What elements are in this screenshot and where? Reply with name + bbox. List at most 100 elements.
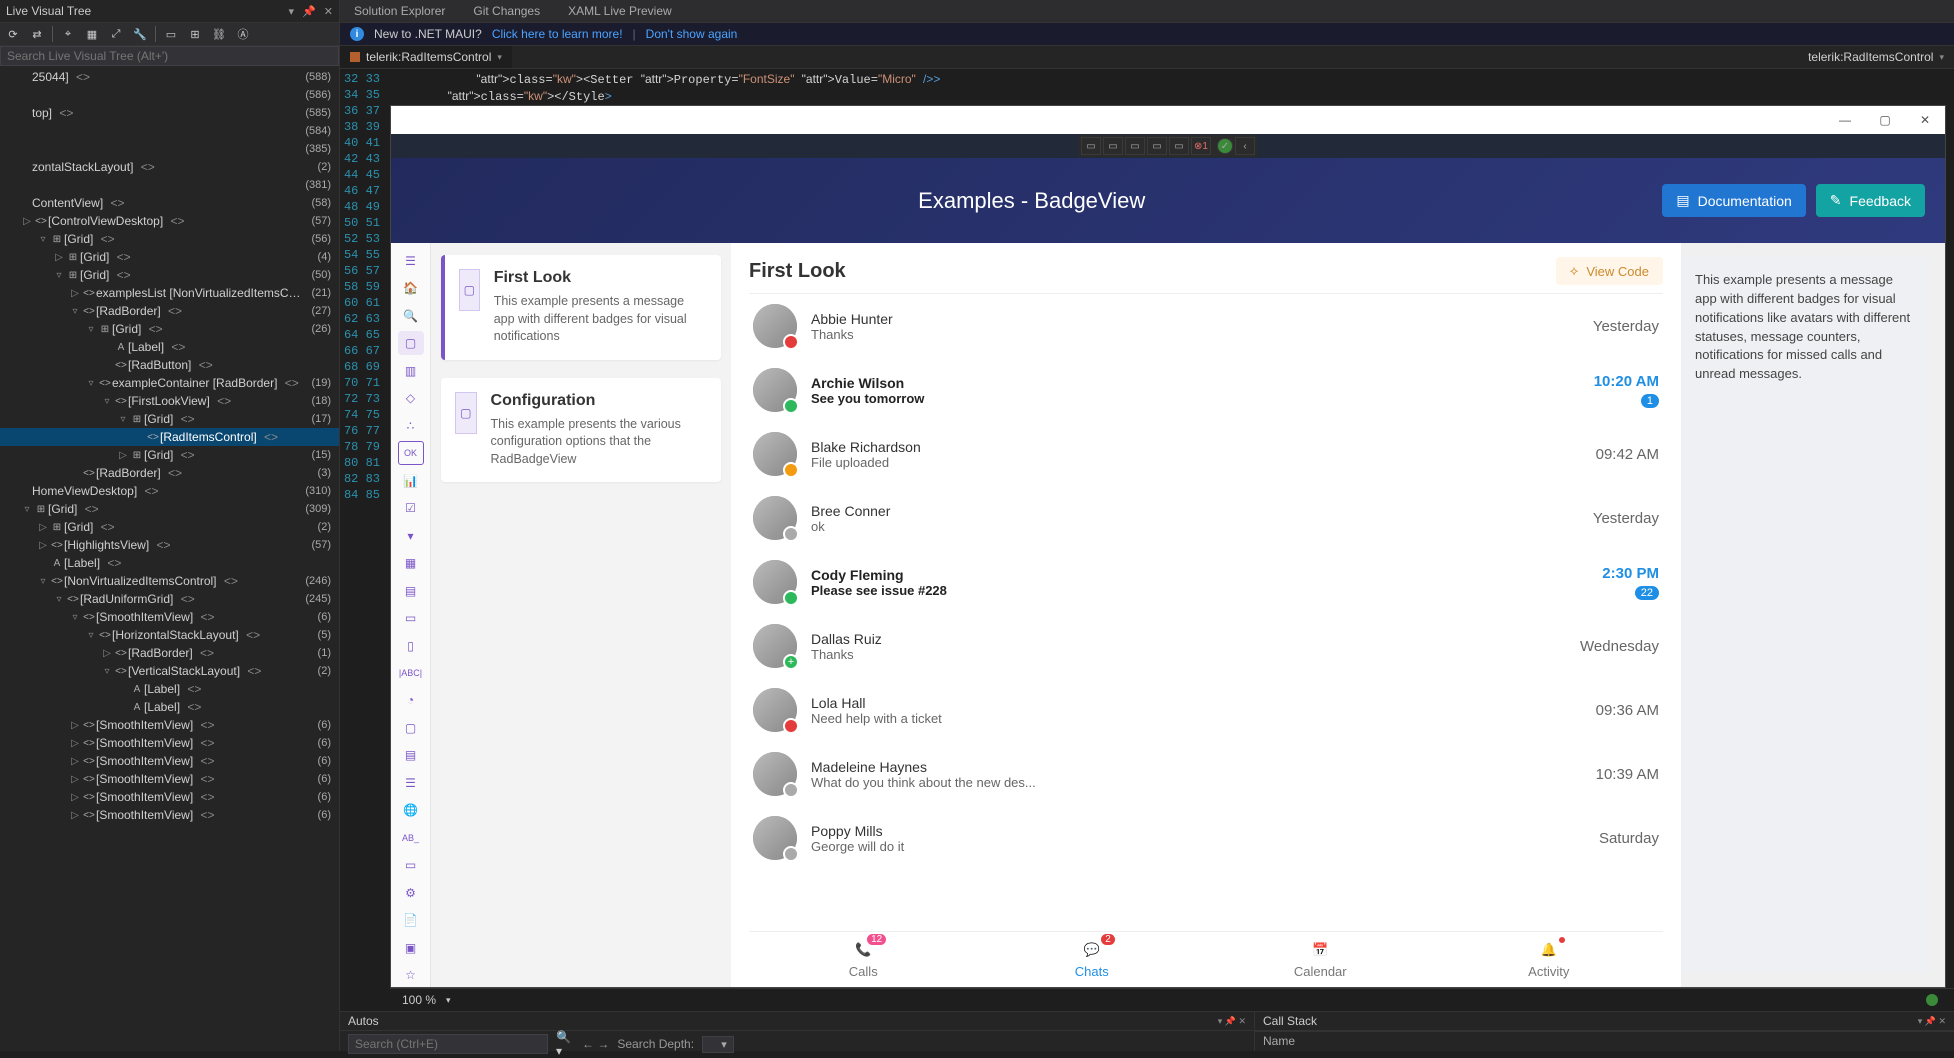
chat-row[interactable]: Blake RichardsonFile uploaded09:42 AM (749, 422, 1663, 486)
dropdown-icon[interactable]: ▾ 📌 ✕ (1218, 1016, 1246, 1027)
datagrid-icon[interactable]: ▦ (398, 551, 424, 574)
tree-row[interactable]: ▿<>exampleContainer [RadBorder] <>(19) (0, 374, 339, 392)
path-icon[interactable]: ⚙ (398, 881, 424, 904)
chat-row[interactable]: Bree ConnerokYesterday (749, 486, 1663, 550)
image-icon[interactable]: ▢ (398, 716, 424, 739)
grid-icon[interactable]: ⊞ (186, 25, 204, 43)
expand-icon[interactable]: ⤢ (107, 25, 125, 43)
dbg-track-icon[interactable]: ▭ (1147, 137, 1167, 155)
tree-row[interactable]: ▷<>[SmoothItemView] <>(6) (0, 806, 339, 824)
tree-row[interactable]: zontalStackLayout] <>(2) (0, 158, 339, 176)
date-icon[interactable]: ▭ (398, 606, 424, 629)
tree-row[interactable]: <>[RadButton] <> (0, 356, 339, 374)
dbg-select-icon[interactable]: ▭ (1081, 137, 1101, 155)
bottom-tab-calendar[interactable]: 📅Calendar (1206, 940, 1435, 979)
tree-row[interactable]: ▿<>[RadUniformGrid] <>(245) (0, 590, 339, 608)
tree-row[interactable]: ▿⊞[Grid] <>(50) (0, 266, 339, 284)
tree-row[interactable]: A[Label] <> (0, 698, 339, 716)
dbg-hot-icon[interactable]: ▭ (1169, 137, 1189, 155)
dock-icon[interactable]: ▯ (398, 634, 424, 657)
entry-icon[interactable]: |ABC| (398, 661, 424, 684)
editor-tab-left[interactable]: telerik:RadItemsControl ▾ (340, 46, 512, 68)
tree-row[interactable]: ▿⊞[Grid] <>(309) (0, 500, 339, 518)
lvt-search[interactable] (0, 46, 339, 66)
maximize-icon[interactable]: ▢ (1865, 106, 1905, 134)
dbg-collapse-icon[interactable]: ‹ (1235, 137, 1255, 155)
example-card[interactable]: ▢ConfigurationThis example presents the … (441, 378, 721, 483)
view-code-button[interactable]: ⟡ View Code (1556, 257, 1663, 285)
tree-row[interactable]: (385) (0, 140, 339, 158)
chart-icon[interactable]: 📊 (398, 469, 424, 492)
maui-dismiss-link[interactable]: Don't show again (646, 27, 738, 41)
barcode-icon[interactable]: ▥ (398, 359, 424, 382)
tree-row[interactable]: ▷<>[SmoothItemView] <>(6) (0, 752, 339, 770)
rating-icon[interactable]: ☆ (398, 963, 424, 986)
button-icon[interactable]: OK (398, 441, 424, 465)
tree-row[interactable]: HomeViewDesktop] <>(310) (0, 482, 339, 500)
tree-row[interactable]: ▿<>[VerticalStackLayout] <>(2) (0, 662, 339, 680)
wrench-icon[interactable]: 🔧 (131, 25, 149, 43)
tree-row[interactable]: <>[RadBorder] <>(3) (0, 464, 339, 482)
tree-row[interactable]: ▿<>[NonVirtualizedItemsControl] <>(246) (0, 572, 339, 590)
dropdown-icon[interactable]: ▾ 📌 ✕ (1918, 1016, 1946, 1027)
depth-arrows[interactable]: ← → (582, 1037, 609, 1051)
list-icon[interactable]: ☰ (398, 771, 424, 794)
tree-row[interactable]: (586) (0, 86, 339, 104)
tree-row[interactable]: ▷<>[HighlightsView] <>(57) (0, 536, 339, 554)
tree-row[interactable]: A[Label] <> (0, 680, 339, 698)
chat-row[interactable]: Poppy MillsGeorge will do itSaturday (749, 806, 1663, 870)
lvt-tree[interactable]: 25044] <>(588)(586)top] <>(585)(584)(385… (0, 66, 339, 1051)
sync-icon[interactable]: ⇄ (28, 25, 46, 43)
editor-tab-right[interactable]: telerik:RadItemsControl ▾ (1792, 46, 1954, 68)
chat-list[interactable]: Abbie HunterThanksYesterdayArchie Wilson… (749, 293, 1663, 931)
tree-row[interactable]: ▷⊞[Grid] <>(4) (0, 248, 339, 266)
popup-icon[interactable]: ▣ (398, 936, 424, 959)
tree-row[interactable]: ▿<>[HorizontalStackLayout] <>(5) (0, 626, 339, 644)
tree-row[interactable]: ▷<>examplesList [NonVirtualizedItemsCont… (0, 284, 339, 302)
chat-row[interactable]: Archie WilsonSee you tomorrow10:20 AM1 (749, 358, 1663, 422)
dbg-ok-icon[interactable]: ✓ (1217, 138, 1233, 154)
bottom-tab-activity[interactable]: 🔔Activity (1435, 940, 1664, 979)
bottom-tab-calls[interactable]: 📞12Calls (749, 940, 978, 979)
dbg-focus-icon[interactable]: ▭ (1125, 137, 1145, 155)
dropdown-icon[interactable]: ▾ (289, 5, 295, 18)
documentation-button[interactable]: ▤ Documentation (1662, 184, 1805, 217)
dataform-icon[interactable]: ▤ (398, 579, 424, 602)
accesibility-icon[interactable]: Ⓐ (234, 25, 252, 43)
menu-icon[interactable]: ☰ (398, 249, 424, 272)
badge-icon[interactable]: ▢ (398, 331, 424, 354)
busy-icon[interactable]: ∴ (398, 414, 424, 437)
tree-row[interactable]: ▷<>[SmoothItemView] <>(6) (0, 734, 339, 752)
pdf-icon[interactable]: 📄 (398, 908, 424, 931)
dbg-error-icon[interactable]: ⊗1 (1191, 137, 1211, 155)
itemscontrol-icon[interactable]: ▤ (398, 744, 424, 767)
border-icon[interactable]: ◇ (398, 386, 424, 409)
gauge-icon[interactable]: ◔ (398, 689, 424, 712)
chat-row[interactable]: Lola HallNeed help with a ticket09:36 AM (749, 678, 1663, 742)
home-icon[interactable]: 🏠 (398, 276, 424, 299)
tree-row[interactable]: top] <>(585) (0, 104, 339, 122)
search-icon[interactable]: 🔍 (398, 304, 424, 327)
depth-select[interactable]: ▾ (702, 1036, 734, 1053)
bottom-tab-chats[interactable]: 💬2Chats (978, 940, 1207, 979)
tree-row[interactable]: A[Label] <> (0, 338, 339, 356)
chat-row[interactable]: Cody FlemingPlease see issue #2282:30 PM… (749, 550, 1663, 614)
dbg-layout-icon[interactable]: ▭ (1103, 137, 1123, 155)
hide-icon[interactable]: ▭ (162, 25, 180, 43)
tab-xaml-preview[interactable]: XAML Live Preview (554, 0, 686, 22)
world-icon[interactable]: 🌐 (398, 799, 424, 822)
autos-search-input[interactable] (348, 1034, 548, 1054)
code-area[interactable]: "attr">class="kw"><Setter "attr">Propert… (390, 69, 1954, 101)
layout-icon[interactable]: ▦ (83, 25, 101, 43)
lvt-search-input[interactable] (7, 49, 332, 63)
example-card[interactable]: ▢First LookThis example presents a messa… (441, 255, 721, 360)
tree-row[interactable]: ▿<>[RadBorder] <>(27) (0, 302, 339, 320)
refresh-icon[interactable]: ⟳ (4, 25, 22, 43)
tree-row[interactable]: ▿<>[SmoothItemView] <>(6) (0, 608, 339, 626)
tab-git-changes[interactable]: Git Changes (459, 0, 554, 22)
tree-row[interactable]: ▷⊞[Grid] <>(15) (0, 446, 339, 464)
chat-row[interactable]: Madeleine HaynesWhat do you think about … (749, 742, 1663, 806)
tree-row[interactable]: A[Label] <> (0, 554, 339, 572)
pin-icon[interactable]: 📌 (302, 5, 316, 18)
tree-row[interactable]: ▷<>[ControlViewDesktop] <>(57) (0, 212, 339, 230)
